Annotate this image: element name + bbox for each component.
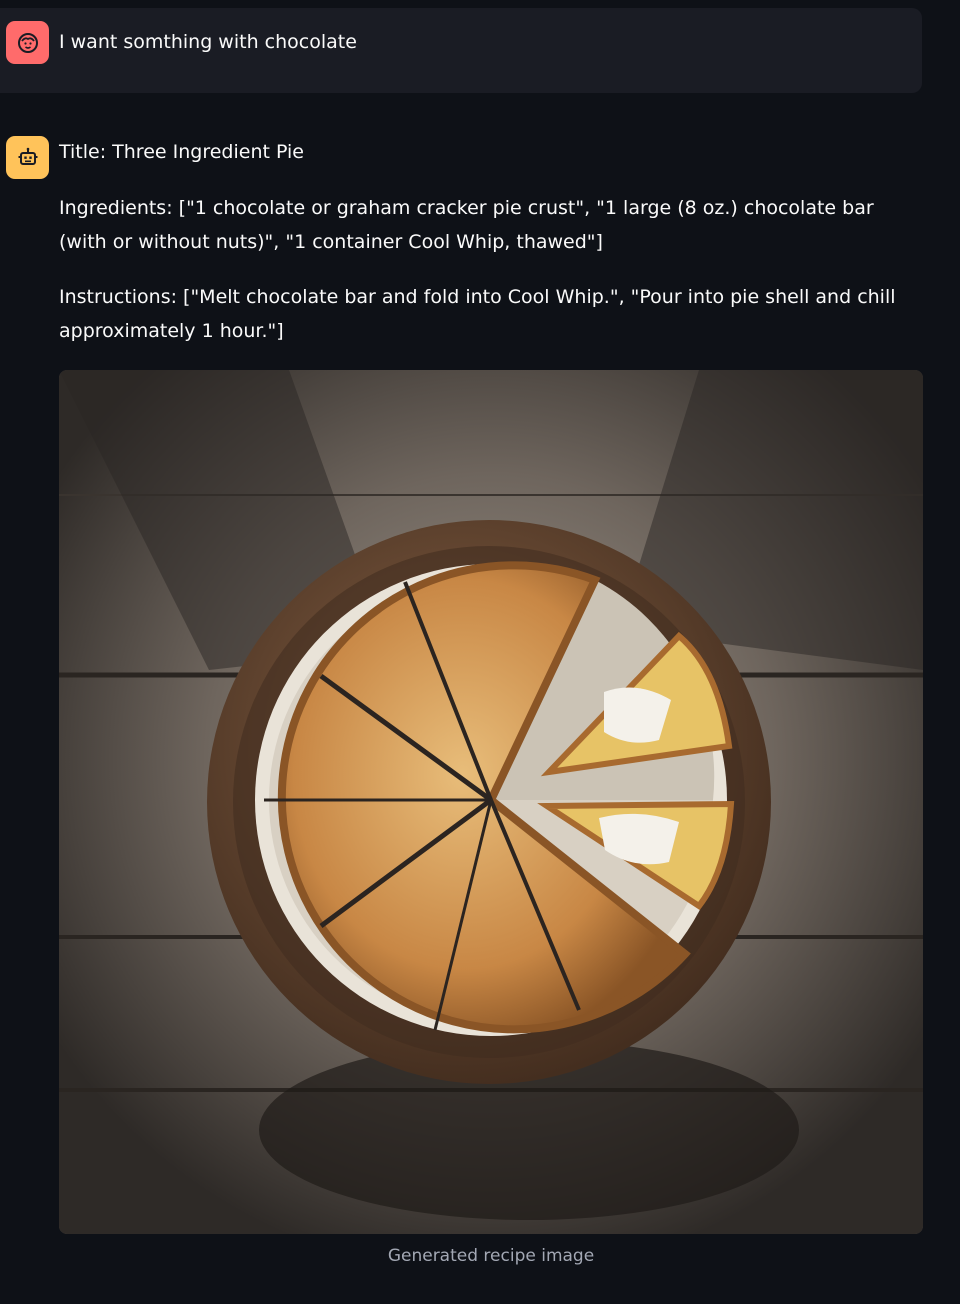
user-message-text: I want somthing with chocolate xyxy=(59,31,357,53)
user-avatar xyxy=(6,21,49,64)
image-caption: Generated recipe image xyxy=(387,1246,595,1266)
robot-icon xyxy=(18,147,37,165)
pie-photo-illustration xyxy=(59,370,923,1234)
chat-container: I want somthing with chocolate Title: Th… xyxy=(0,0,960,1304)
assistant-avatar xyxy=(6,136,49,179)
user-face-icon xyxy=(17,32,38,53)
recipe-title: Title: Three Ingredient Pie xyxy=(59,141,304,163)
recipe-instructions: Instructions: ["Melt chocolate bar and f… xyxy=(59,286,896,342)
recipe-ingredients: Ingredients: ["1 chocolate or graham cra… xyxy=(59,197,874,253)
generated-recipe-image xyxy=(59,370,923,1234)
